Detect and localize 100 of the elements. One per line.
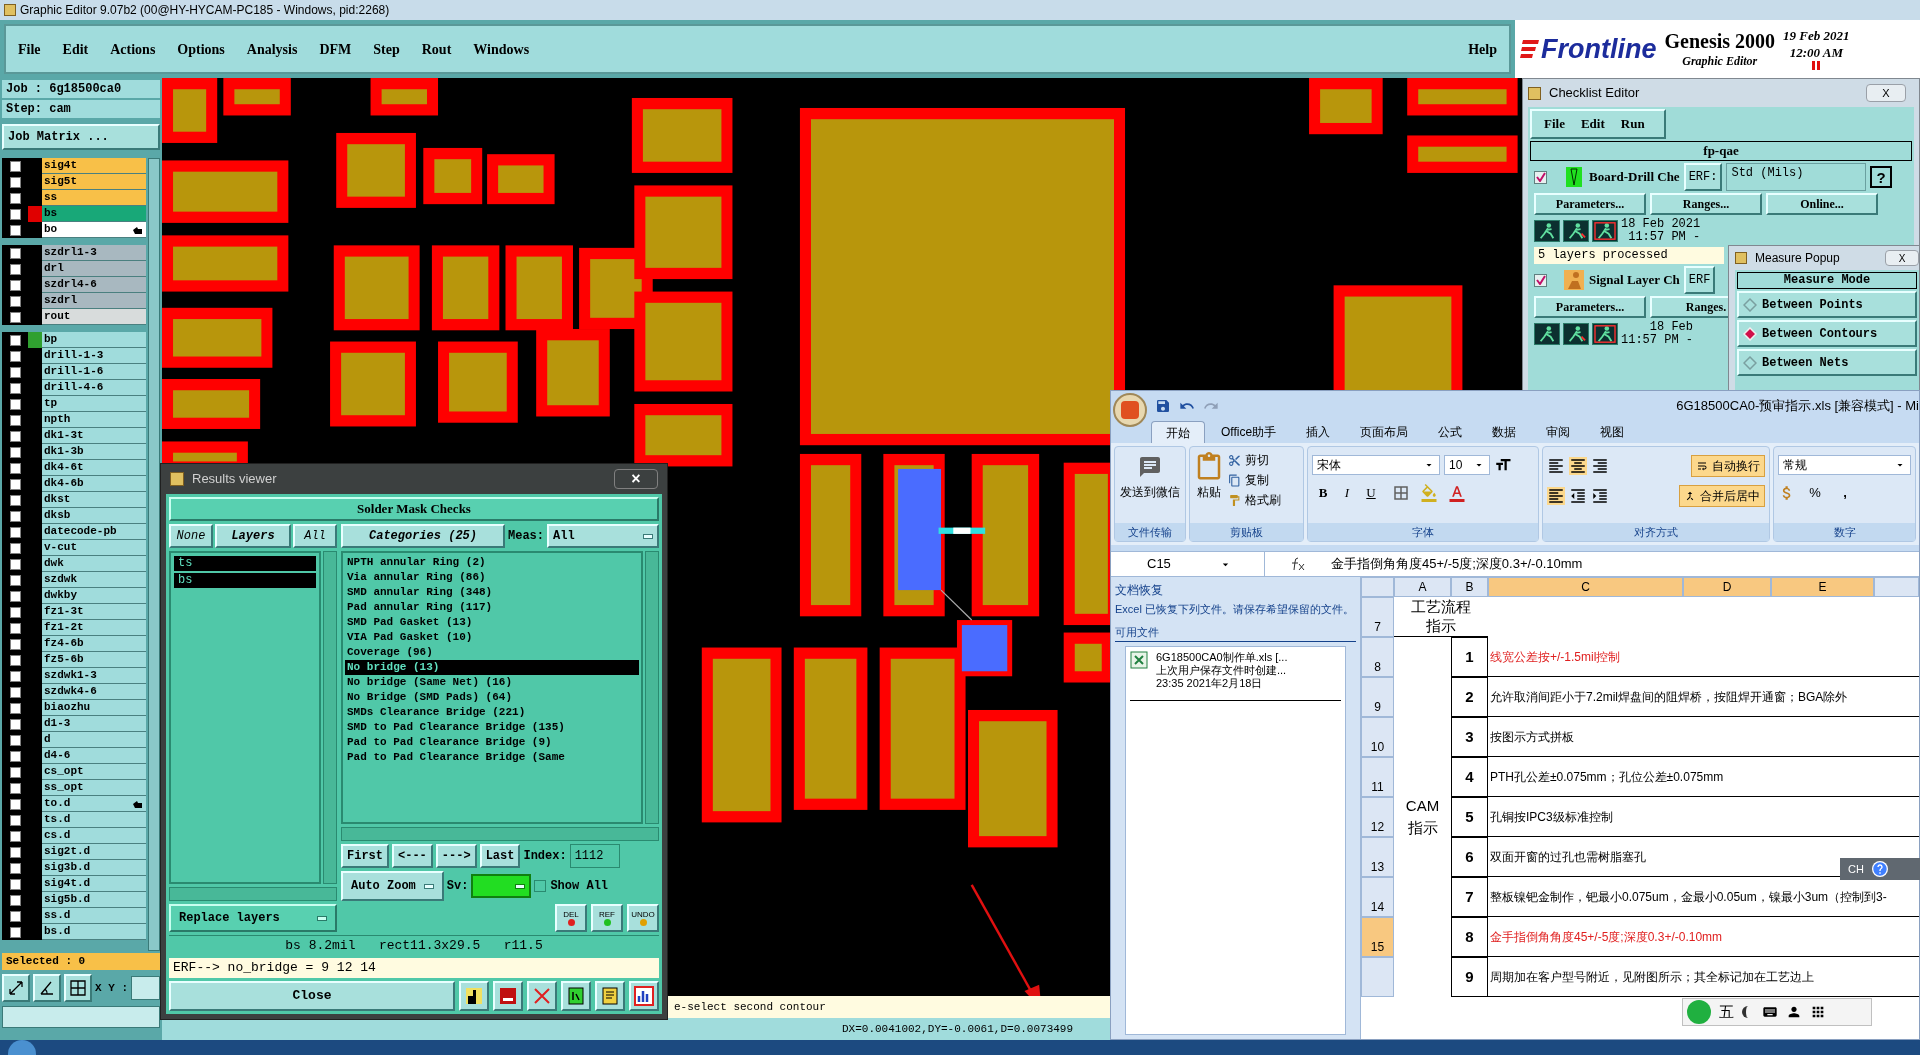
layer-item[interactable]: sig5b.d — [42, 892, 146, 908]
checkbox[interactable] — [9, 750, 21, 762]
layer-item[interactable]: szdrl1-3 — [42, 245, 146, 261]
menu-item[interactable]: Analysis — [246, 38, 298, 60]
job-matrix-button[interactable]: Job Matrix ... — [2, 124, 160, 150]
layer-item[interactable]: fz1-3t — [42, 604, 146, 620]
checkbox[interactable] — [9, 208, 21, 220]
layer-item[interactable]: drill-1-6 — [42, 364, 146, 380]
layer-item[interactable]: fz5-6b — [42, 652, 146, 668]
checkbox[interactable] — [9, 622, 21, 634]
layer-item[interactable]: bo — [42, 222, 146, 238]
layer-item[interactable]: rout — [42, 309, 146, 325]
category-item[interactable]: SMD annular Ring (348) — [345, 585, 639, 600]
checkbox[interactable] — [9, 926, 21, 938]
row-header[interactable]: 12 — [1361, 797, 1394, 837]
percent-button[interactable]: % — [1804, 483, 1826, 503]
menu-item[interactable]: Step — [373, 38, 400, 60]
layer-item[interactable]: bp — [42, 332, 146, 348]
checkbox[interactable] — [9, 366, 21, 378]
layer-item[interactable]: bs — [174, 573, 316, 588]
erf-button[interactable]: ERF: — [1683, 163, 1723, 191]
checkbox[interactable] — [9, 686, 21, 698]
checkbox[interactable] — [9, 192, 21, 204]
ribbon-tab[interactable]: 插入 — [1292, 421, 1345, 443]
fill-color-icon[interactable] — [1420, 484, 1438, 502]
menu-item[interactable]: Actions — [110, 38, 156, 60]
meas-dropdown[interactable]: All — [547, 524, 659, 548]
checkbox[interactable] — [9, 590, 21, 602]
layer-item[interactable]: ss — [42, 190, 146, 206]
start-button[interactable] — [8, 1040, 36, 1055]
nav-button[interactable]: <--- — [392, 844, 433, 868]
option-button[interactable]: Parameters... — [1534, 296, 1646, 318]
row-header[interactable]: 10 — [1361, 717, 1394, 757]
checkbox[interactable] — [534, 880, 547, 892]
checkbox[interactable] — [9, 311, 21, 323]
column-header[interactable]: B — [1451, 577, 1488, 597]
checkbox[interactable] — [9, 558, 21, 570]
close-button[interactable]: X — [1866, 84, 1906, 102]
layer-item[interactable]: sig2t.d — [42, 844, 146, 860]
radio-option[interactable]: Between Nets — [1737, 349, 1917, 376]
layer-item[interactable]: datecode-pb — [42, 524, 146, 540]
checkbox[interactable] — [9, 846, 21, 858]
menu-item[interactable]: DFM — [319, 38, 352, 60]
edit-button[interactable]: UNDO — [627, 904, 659, 932]
number-format-dropdown[interactable]: 常规 — [1778, 455, 1911, 475]
checkbox[interactable] — [9, 160, 21, 172]
help-icon[interactable] — [1871, 861, 1888, 877]
category-item[interactable]: Pad to Pad Clearance Bridge (9) — [345, 735, 639, 750]
column-header[interactable]: C — [1488, 577, 1683, 597]
layer-item[interactable]: fz4-6b — [42, 636, 146, 652]
layer-item[interactable]: bs.d — [42, 924, 146, 940]
categories-button[interactable]: Categories (25) — [341, 524, 505, 548]
paste-button[interactable]: 粘贴 — [1194, 451, 1224, 509]
scrollbar[interactable] — [645, 551, 659, 824]
row-header[interactable]: 15 — [1361, 917, 1394, 957]
apps-icon[interactable] — [1810, 1004, 1826, 1020]
row-header[interactable]: 8 — [1361, 637, 1394, 677]
help-menu[interactable]: Help — [1468, 38, 1497, 60]
checkbox[interactable] — [9, 398, 21, 410]
category-item[interactable]: VIA Pad Gasket (10) — [345, 630, 639, 645]
checkbox[interactable] — [9, 430, 21, 442]
option-button[interactable]: Ranges... — [1650, 193, 1762, 215]
category-item[interactable]: No Bridge (SMD Pads) (64) — [345, 690, 639, 705]
layer-item[interactable]: drill-4-6 — [42, 380, 146, 396]
category-item[interactable]: Via annular Ring (86) — [345, 570, 639, 585]
option-button[interactable]: Online... — [1766, 193, 1878, 215]
ribbon-tab[interactable]: 数据 — [1478, 421, 1531, 443]
checkbox[interactable] — [9, 766, 21, 778]
menu-item[interactable]: Edit — [1580, 114, 1605, 134]
align-icon[interactable] — [1547, 457, 1565, 475]
checkbox[interactable] — [9, 606, 21, 618]
layer-item[interactable]: d1-3 — [42, 716, 146, 732]
save-icon[interactable] — [1155, 398, 1171, 414]
format-painter-button[interactable]: 格式刷 — [1228, 491, 1281, 509]
close-button[interactable]: Close — [169, 981, 455, 1011]
nav-button[interactable]: Last — [479, 844, 521, 868]
checkbox[interactable] — [9, 446, 21, 458]
layer-item[interactable]: sig3b.d — [42, 860, 146, 876]
layer-item[interactable]: cs_opt — [42, 764, 146, 780]
close-button[interactable]: X — [1885, 250, 1919, 266]
checkbox[interactable] — [9, 176, 21, 188]
nav-button[interactable]: ---> — [435, 844, 477, 868]
italic-button[interactable]: I — [1336, 483, 1358, 503]
name-box[interactable]: C15 — [1115, 552, 1265, 576]
scrollbar[interactable] — [148, 158, 160, 951]
checkbox[interactable] — [9, 910, 21, 922]
command-field[interactable] — [2, 1006, 160, 1028]
layer-item[interactable]: to.d — [42, 796, 146, 812]
checkbox[interactable] — [9, 263, 21, 275]
layer-item[interactable]: ts.d — [42, 812, 146, 828]
filter-button[interactable]: None — [169, 524, 213, 548]
checkbox[interactable] — [9, 350, 21, 362]
tool-button[interactable] — [33, 974, 61, 1002]
checkbox[interactable] — [1534, 170, 1547, 184]
category-item[interactable]: Pad annular Ring (117) — [345, 600, 639, 615]
checkbox[interactable] — [9, 862, 21, 874]
tool-button[interactable] — [493, 981, 523, 1011]
checkbox[interactable] — [9, 247, 21, 259]
edit-button[interactable]: DEL — [555, 904, 587, 932]
category-item[interactable]: Pad to Pad Clearance Bridge (Same — [345, 750, 639, 765]
